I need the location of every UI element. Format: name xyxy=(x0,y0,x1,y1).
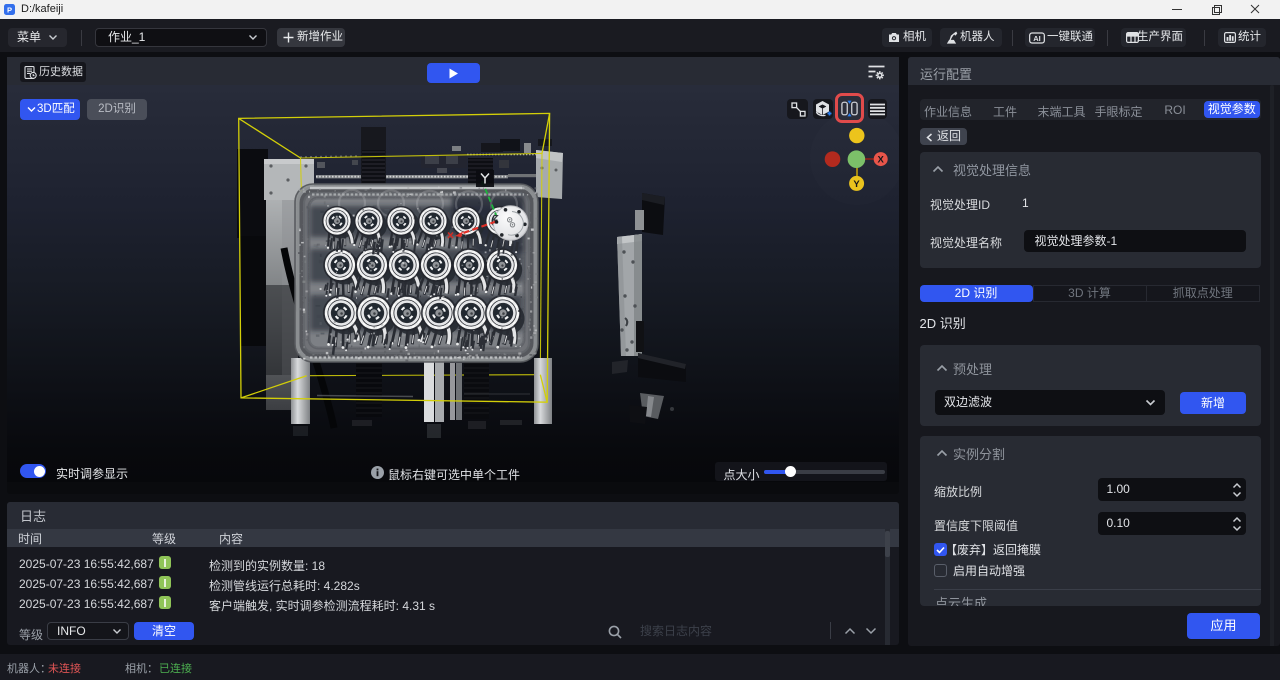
svg-text:Y: Y xyxy=(853,179,860,190)
svg-text:X: X xyxy=(878,155,885,166)
svg-text:P: P xyxy=(7,5,12,14)
svg-text:AI: AI xyxy=(1033,33,1041,42)
